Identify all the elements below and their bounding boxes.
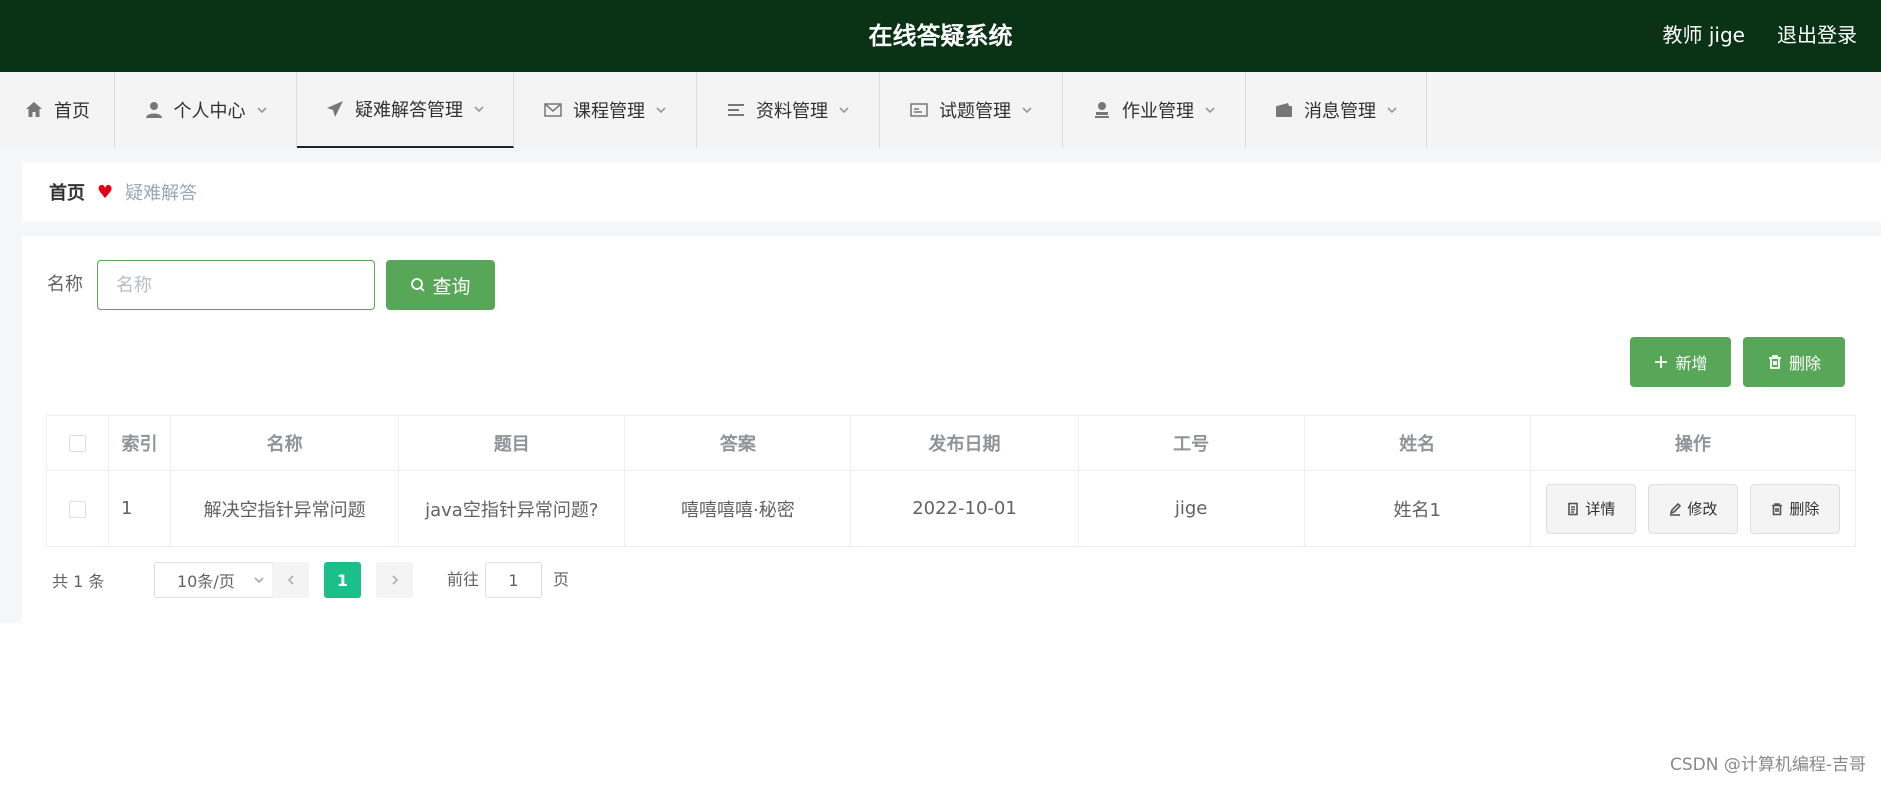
goto-page-input[interactable] <box>485 562 542 598</box>
column-header: 姓名 <box>1303 415 1531 471</box>
chevron-down-icon <box>474 106 484 113</box>
main-nav: 首页 个人中心 疑难解答管理 课程管理 资料管理 试题管理 作业管理 消息管理 <box>0 72 1881 148</box>
column-header: 答案 <box>624 415 852 471</box>
app-title: 在线答疑系统 <box>868 22 1013 50</box>
column-header: 操作 <box>1529 415 1857 471</box>
breadcrumb-home[interactable]: 首页 <box>49 179 85 205</box>
row-checkbox[interactable] <box>69 500 87 518</box>
nav-item-label: 疑难解答管理 <box>355 100 463 121</box>
page-size-value: 10条/页 <box>177 572 235 591</box>
row-select-cell <box>45 470 110 547</box>
cell-index: 1 <box>108 470 172 547</box>
trash-icon <box>1772 502 1783 515</box>
add-button[interactable]: 新增 <box>1630 337 1731 387</box>
add-button-label: 新增 <box>1675 354 1708 373</box>
pagination-controls: 10条/页 1 前往 页 <box>52 562 652 598</box>
nav-item-label: 试题管理 <box>939 101 1011 122</box>
detail-button-label: 详情 <box>1585 500 1616 518</box>
cell-person: 姓名1 <box>1303 470 1531 547</box>
chevron-down-icon <box>256 107 267 114</box>
breadcrumb-current: 疑难解答 <box>125 183 198 204</box>
nav-item-personal[interactable]: 个人中心 <box>115 72 297 148</box>
column-header: 发布日期 <box>850 415 1079 471</box>
table-row: 1 解决空指针异常问题 java空指针异常问题? 嘻嘻嘻嘻·秘密 2022-10… <box>45 470 1857 547</box>
goto-label: 前往 <box>447 570 480 589</box>
plus-icon <box>1655 356 1668 368</box>
query-button[interactable]: 查询 <box>386 260 495 310</box>
home-icon <box>26 102 42 117</box>
edit-button-label: 修改 <box>1687 500 1718 518</box>
chevron-down-icon <box>1205 107 1215 114</box>
document-icon <box>1568 502 1579 515</box>
goto-unit: 页 <box>553 570 570 589</box>
select-all-cell <box>45 415 110 471</box>
wallet-icon <box>1276 103 1292 117</box>
cell-name: 解决空指针异常问题 <box>170 470 400 547</box>
cell-date: 2022-10-01 <box>850 470 1079 547</box>
cell-job-no: jige <box>1077 470 1305 547</box>
search-label: 名称 <box>47 274 83 295</box>
nav-item-label: 消息管理 <box>1304 101 1376 122</box>
page-size-select[interactable]: 10条/页 <box>154 562 280 598</box>
row-delete-label: 删除 <box>1789 500 1820 518</box>
search-input[interactable] <box>97 260 375 310</box>
nav-item-material[interactable]: 资料管理 <box>697 72 880 148</box>
column-header: 题目 <box>398 415 626 471</box>
next-page-button[interactable] <box>376 562 413 598</box>
watermark: CSDN @计算机编程-吉哥 <box>1669 755 1866 775</box>
column-header: 工号 <box>1077 415 1305 471</box>
chevron-down-icon <box>1387 107 1397 114</box>
list-icon <box>728 104 744 116</box>
paper-plane-icon <box>327 101 343 117</box>
stamp-icon <box>1095 102 1109 118</box>
search-icon <box>411 278 426 292</box>
main-panel: 名称 查询 新增 删除 索引 名称 题目 答案 发布日期 工号 姓名 操作 <box>22 236 1881 623</box>
breadcrumb: 首页 ♥ 疑难解答 <box>22 162 1881 222</box>
data-table: 索引 名称 题目 答案 发布日期 工号 姓名 操作 1 解决空指针异常问题 ja… <box>45 415 1857 547</box>
trash-icon <box>1768 355 1781 369</box>
nav-item-label: 资料管理 <box>756 101 828 122</box>
cell-answer: 嘻嘻嘻嘻·秘密 <box>624 470 852 547</box>
batch-delete-button[interactable]: 删除 <box>1743 337 1845 387</box>
top-header: 在线答疑系统 教师 jige 退出登录 <box>0 0 1881 72</box>
current-user: 教师 jige <box>1662 23 1745 47</box>
edit-button[interactable]: 修改 <box>1647 483 1738 534</box>
chevron-down-icon <box>1022 107 1032 114</box>
batch-delete-label: 删除 <box>1788 354 1821 373</box>
pencil-icon <box>1670 502 1682 516</box>
column-header: 名称 <box>170 415 400 471</box>
nav-item-exam[interactable]: 试题管理 <box>880 72 1063 148</box>
card-icon <box>910 103 928 117</box>
query-button-label: 查询 <box>432 275 471 298</box>
heart-icon: ♥ <box>97 181 114 203</box>
nav-item-course[interactable]: 课程管理 <box>514 72 697 148</box>
table-header-row: 索引 名称 题目 答案 发布日期 工号 姓名 操作 <box>45 415 1857 471</box>
nav-item-home[interactable]: 首页 <box>0 72 115 148</box>
select-all-checkbox[interactable] <box>69 435 87 452</box>
cell-question: java空指针异常问题? <box>398 470 626 547</box>
nav-item-message[interactable]: 消息管理 <box>1246 72 1427 148</box>
chevron-down-icon <box>839 107 849 114</box>
logout-link[interactable]: 退出登录 <box>1777 0 1857 70</box>
chevron-down-icon <box>656 107 666 114</box>
prev-page-button[interactable] <box>272 562 309 598</box>
cell-operations: 详情 修改 删除 <box>1529 470 1857 547</box>
detail-button[interactable]: 详情 <box>1545 483 1636 534</box>
chevron-down-icon <box>254 577 264 584</box>
nav-item-label: 首页 <box>54 101 90 122</box>
user-icon <box>145 102 162 118</box>
nav-item-homework[interactable]: 作业管理 <box>1063 72 1246 148</box>
nav-item-label: 作业管理 <box>1122 101 1194 122</box>
row-delete-button[interactable]: 删除 <box>1749 483 1840 534</box>
page-number-current[interactable]: 1 <box>324 562 361 598</box>
column-header: 索引 <box>108 415 172 471</box>
chevron-right-icon <box>391 575 398 585</box>
mail-icon <box>544 103 562 117</box>
nav-item-label: 课程管理 <box>573 101 645 122</box>
nav-item-label: 个人中心 <box>173 101 246 122</box>
chevron-left-icon <box>287 575 294 585</box>
nav-item-qa[interactable]: 疑难解答管理 <box>297 72 514 148</box>
